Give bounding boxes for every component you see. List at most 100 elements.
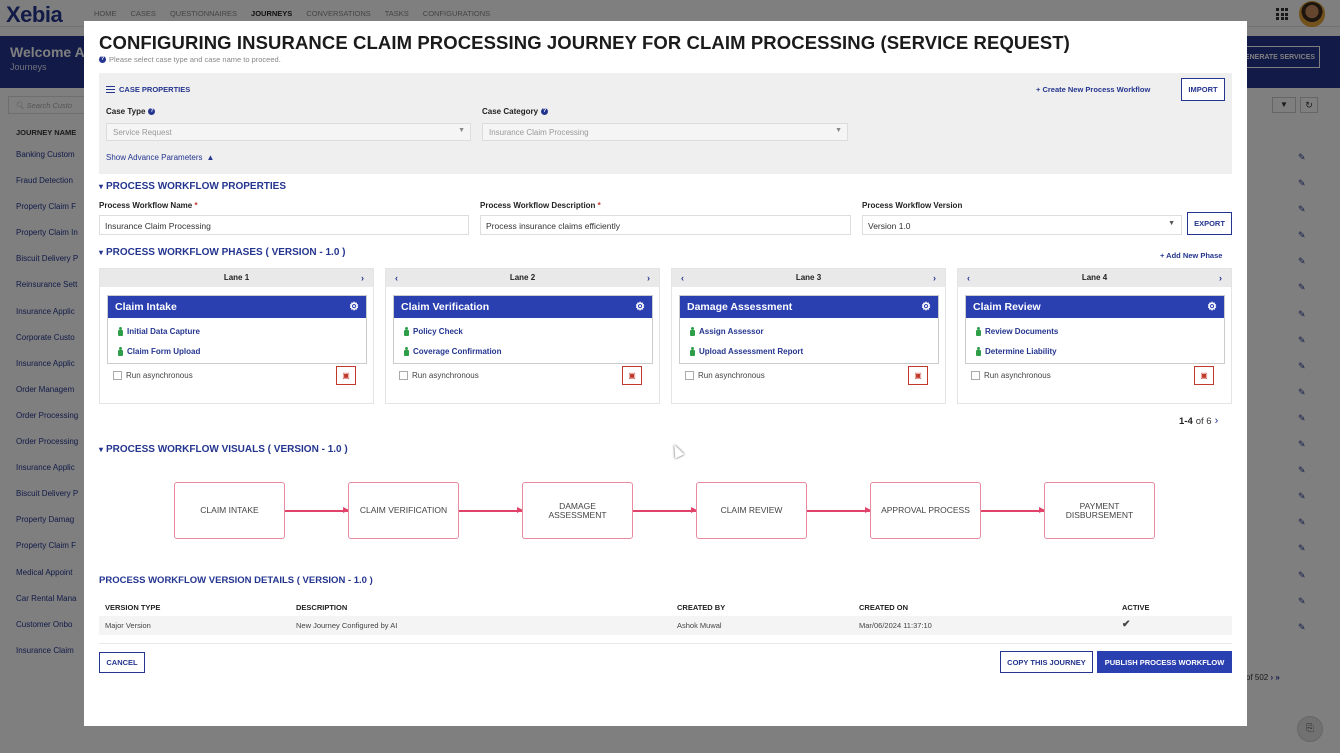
async-label: Run asynchronous xyxy=(698,371,765,380)
copy-journey-button[interactable]: COPY THIS JOURNEY xyxy=(1000,651,1093,673)
column-header: CREATED ON xyxy=(859,603,909,612)
delete-phase-button[interactable]: ▣ xyxy=(622,366,642,385)
phase-title: Claim Intake xyxy=(115,301,177,313)
case-category-select[interactable]: Insurance Claim Processing ▼ xyxy=(482,123,848,141)
task-item[interactable]: Coverage Confirmation xyxy=(394,341,652,361)
checkbox[interactable] xyxy=(399,371,408,380)
phase-header: Damage Assessment ⚙ xyxy=(680,296,938,318)
async-label: Run asynchronous xyxy=(126,371,193,380)
gear-icon[interactable]: ⚙ xyxy=(635,296,645,318)
column-header: VERSION TYPE xyxy=(105,603,161,612)
workflow-name-label-text: Process Workflow Name xyxy=(99,201,193,210)
person-icon xyxy=(976,326,981,336)
lane-header: ‹ Lane 3 › xyxy=(672,269,945,287)
phase-card: Claim Intake ⚙ Initial Data Capture Claim… xyxy=(107,295,367,364)
lane-card: Lane 1 › Claim Intake ⚙ Initial Data Captu… xyxy=(99,268,374,404)
chevron-left-icon[interactable]: ‹ xyxy=(395,269,398,287)
delete-phase-button[interactable]: ▣ xyxy=(908,366,928,385)
gear-icon[interactable]: ⚙ xyxy=(921,296,931,318)
person-icon xyxy=(690,326,695,336)
flow-arrow xyxy=(807,507,871,513)
person-icon xyxy=(118,326,123,336)
advance-link-text: Show Advance Parameters xyxy=(106,153,203,162)
lane-title: Lane 3 xyxy=(795,273,822,282)
delete-phase-button[interactable]: ▣ xyxy=(336,366,356,385)
modal-title: CONFIGURING INSURANCE CLAIM PROCESSING J… xyxy=(99,32,1070,53)
delete-phase-button[interactable]: ▣ xyxy=(1194,366,1214,385)
version-details-table: VERSION TYPE DESCRIPTION CREATED BY CREA… xyxy=(99,598,1232,635)
flow-arrow xyxy=(981,507,1045,513)
phase-header: Claim Verification ⚙ xyxy=(394,296,652,318)
case-type-label-text: Case Type xyxy=(106,107,146,116)
task-item[interactable]: Policy Check xyxy=(394,321,652,341)
checkbox[interactable] xyxy=(113,371,122,380)
run-asynchronous-checkbox[interactable]: Run asynchronous xyxy=(685,371,765,380)
task-item[interactable]: Review Documents xyxy=(966,321,1224,341)
workflow-version-select[interactable]: Version 1.0 ▼ xyxy=(862,215,1182,235)
workflow-name-input[interactable]: Insurance Claim Processing xyxy=(99,215,469,235)
task-item[interactable]: Initial Data Capture xyxy=(108,321,366,341)
phase-card: Damage Assessment ⚙ Assign Assessor Uploa… xyxy=(679,295,939,364)
add-new-phase-link[interactable]: + Add New Phase xyxy=(1160,251,1222,260)
gear-icon[interactable]: ⚙ xyxy=(349,296,359,318)
chevron-right-icon[interactable]: › xyxy=(361,269,364,287)
publish-process-workflow-button[interactable]: PUBLISH PROCESS WORKFLOW xyxy=(1097,651,1232,673)
create-new-process-workflow-link[interactable]: + Create New Process Workflow xyxy=(1036,85,1150,94)
chevron-left-icon[interactable]: ‹ xyxy=(967,269,970,287)
task-label: Determine Liability xyxy=(985,346,1057,356)
phase-title: Damage Assessment xyxy=(687,301,793,313)
workflow-description-input[interactable]: Process insurance claims efficiently xyxy=(480,215,851,235)
gear-icon[interactable]: ⚙ xyxy=(1207,296,1217,318)
checkbox[interactable] xyxy=(685,371,694,380)
workflow-version-value: Version 1.0 xyxy=(868,221,911,231)
lane-card: ‹ Lane 3 › Damage Assessment ⚙ Assign Asses… xyxy=(671,268,946,404)
pager-range: 1-4 xyxy=(1179,415,1193,427)
phase-header: Claim Review ⚙ xyxy=(966,296,1224,318)
flow-step-box: CLAIM REVIEW xyxy=(696,482,807,539)
lane-title: Lane 2 xyxy=(509,273,536,282)
table-cell: Major Version xyxy=(105,621,151,630)
flow-step-box: PAYMENT DISBURSEMENT xyxy=(1044,482,1155,539)
chevron-right-icon[interactable]: › xyxy=(647,269,650,287)
chevron-left-icon[interactable]: ‹ xyxy=(681,269,684,287)
person-icon xyxy=(404,326,409,336)
workflow-visuals-section-header[interactable]: ▾ PROCESS WORKFLOW VISUALS ( VERSION - 1.… xyxy=(99,444,348,455)
trash-icon: ▣ xyxy=(628,371,636,380)
workflow-properties-section-header[interactable]: ▾ PROCESS WORKFLOW PROPERTIES xyxy=(99,181,286,192)
help-icon[interactable]: ? xyxy=(148,108,156,115)
phase-header: Claim Intake ⚙ xyxy=(108,296,366,318)
chevron-right-icon[interactable]: › xyxy=(1215,415,1219,427)
chevron-right-icon[interactable]: › xyxy=(933,269,936,287)
task-label: Claim Form Upload xyxy=(127,346,201,356)
flow-arrow xyxy=(285,507,349,513)
task-item[interactable]: Claim Form Upload xyxy=(108,341,366,361)
flow-arrow xyxy=(459,507,523,513)
checkbox[interactable] xyxy=(971,371,980,380)
chevron-down-icon: ▼ xyxy=(458,127,465,134)
show-advance-parameters-link[interactable]: Show Advance Parameters ▲ xyxy=(106,153,214,162)
lane-card: ‹ Lane 2 › Claim Verification ⚙ Policy Chec… xyxy=(385,268,660,404)
table-cell: New Journey Configured by AI xyxy=(296,621,398,630)
task-item[interactable]: Assign Assessor xyxy=(680,321,938,341)
workflow-flow-diagram: CLAIM INTAKE CLAIM VERIFICATION DAMAGE A… xyxy=(174,482,1157,541)
workflow-description-label-text: Process Workflow Description xyxy=(480,201,596,210)
task-item[interactable]: Upload Assessment Report xyxy=(680,341,938,361)
lane-header: Lane 1 › xyxy=(100,269,373,287)
cancel-button[interactable]: CANCEL xyxy=(99,652,145,673)
hint-text: Please select case type and case name to… xyxy=(109,55,281,64)
help-icon[interactable]: ? xyxy=(541,108,549,115)
case-type-select[interactable]: Service Request ▼ xyxy=(106,123,471,141)
run-asynchronous-checkbox[interactable]: Run asynchronous xyxy=(113,371,193,380)
task-item[interactable]: Determine Liability xyxy=(966,341,1224,361)
task-label: Assign Assessor xyxy=(699,326,764,336)
list-icon xyxy=(106,86,115,93)
run-asynchronous-checkbox[interactable]: Run asynchronous xyxy=(971,371,1051,380)
phase-pager: 1-4 of 6 › xyxy=(1179,415,1218,427)
export-button[interactable]: EXPORT xyxy=(1187,212,1232,235)
version-details-title: PROCESS WORKFLOW VERSION DETAILS ( VERSI… xyxy=(99,575,373,586)
run-asynchronous-checkbox[interactable]: Run asynchronous xyxy=(399,371,479,380)
column-header: ACTIVE xyxy=(1122,603,1150,612)
import-button[interactable]: IMPORT xyxy=(1181,78,1225,101)
workflow-phases-section-header[interactable]: ▾ PROCESS WORKFLOW PHASES ( VERSION - 1.0… xyxy=(99,247,345,258)
chevron-right-icon[interactable]: › xyxy=(1219,269,1222,287)
